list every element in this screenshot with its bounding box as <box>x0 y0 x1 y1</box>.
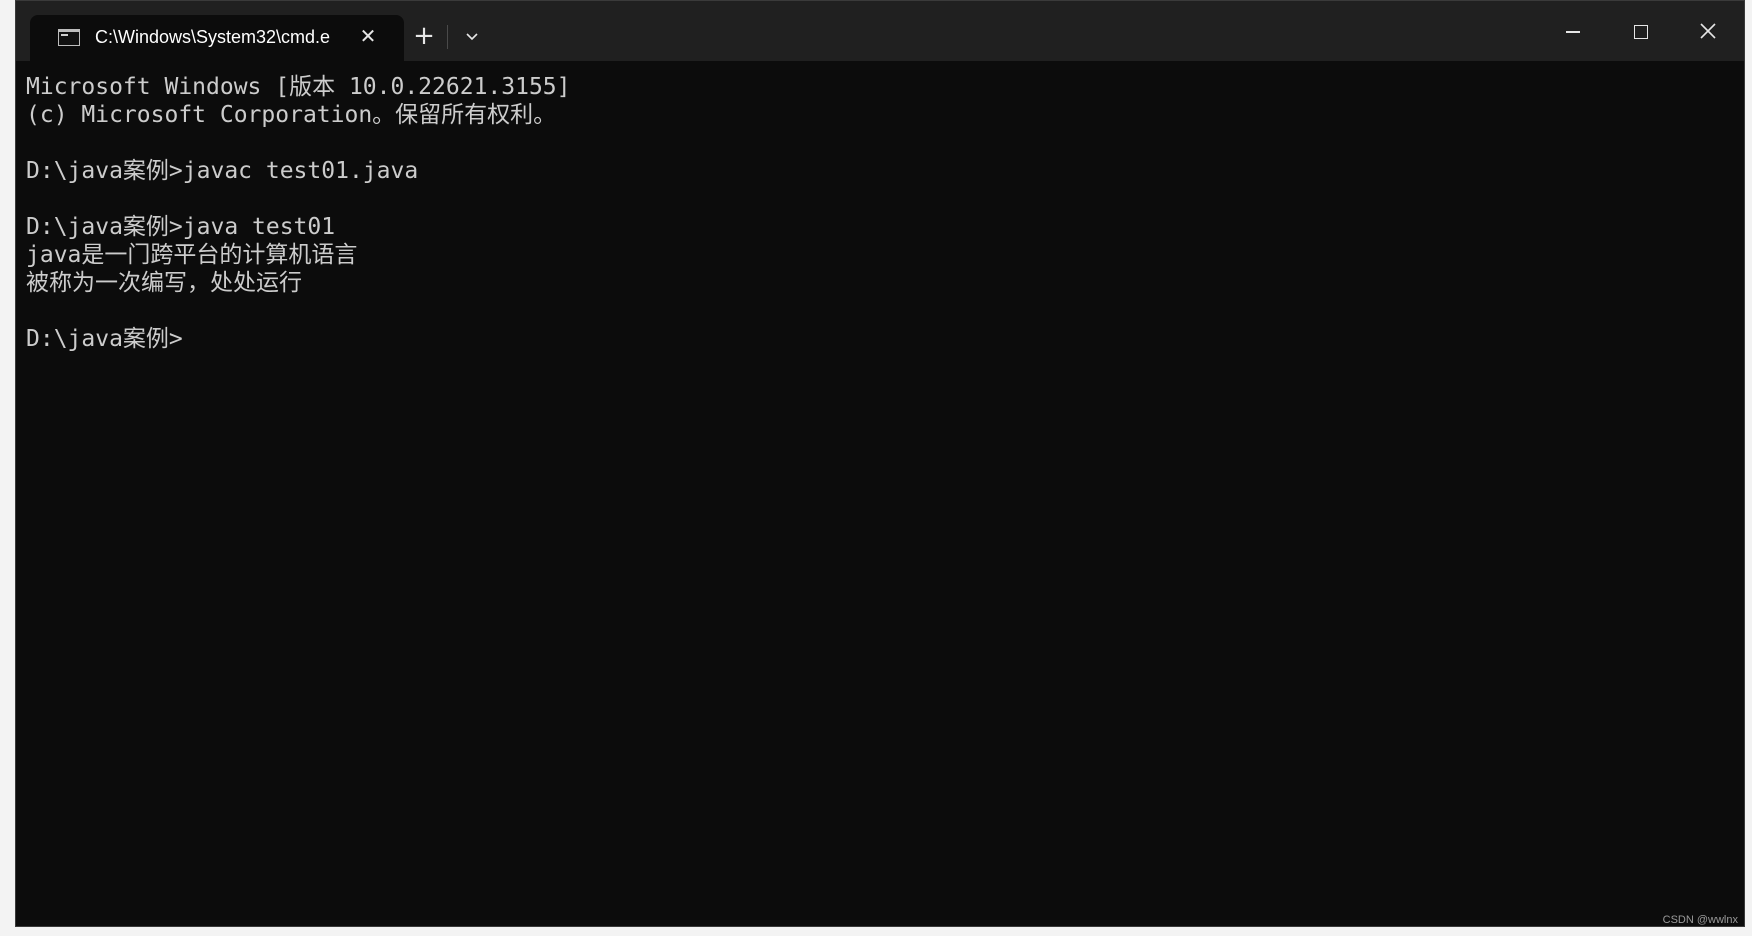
terminal-line: (c) Microsoft Corporation。保留所有权利。 <box>26 102 557 128</box>
terminal-line: Microsoft Windows [版本 10.0.22621.3155] <box>26 74 571 100</box>
minimize-icon <box>1566 31 1580 33</box>
tab-cmd[interactable]: C:\Windows\System32\cmd.e ✕ <box>30 15 404 61</box>
terminal-line: D:\java案例>javac test01.java <box>26 158 419 184</box>
new-tab-button[interactable]: + <box>409 21 439 51</box>
chevron-down-icon <box>466 33 478 41</box>
watermark: CSDN @wwlnx <box>1662 914 1738 926</box>
tab-close-icon[interactable]: ✕ <box>357 25 379 47</box>
maximize-button[interactable] <box>1606 1 1674 61</box>
terminal-line: D:\java案例> <box>26 326 183 352</box>
cmd-prompt-icon <box>58 29 80 46</box>
tab-divider <box>447 25 448 49</box>
close-icon <box>1700 23 1716 39</box>
new-tab-dropdown-button[interactable] <box>457 23 487 51</box>
terminal-line: 被称为一次编写，处处运行 <box>26 270 302 296</box>
terminal-output[interactable]: Microsoft Windows [版本 10.0.22621.3155] (c… <box>26 73 1726 913</box>
terminal-window: C:\Windows\System32\cmd.e ✕ + Microsoft … <box>15 0 1745 927</box>
close-button[interactable] <box>1674 1 1742 61</box>
terminal-line: D:\java案例>java test01 <box>26 214 336 240</box>
title-bar[interactable]: C:\Windows\System32\cmd.e ✕ + <box>16 1 1744 61</box>
maximize-icon <box>1634 25 1648 39</box>
tab-title: C:\Windows\System32\cmd.e <box>95 27 331 47</box>
terminal-line: java是一门跨平台的计算机语言 <box>26 242 358 268</box>
plus-icon: + <box>413 21 435 51</box>
minimize-button[interactable] <box>1538 1 1606 61</box>
